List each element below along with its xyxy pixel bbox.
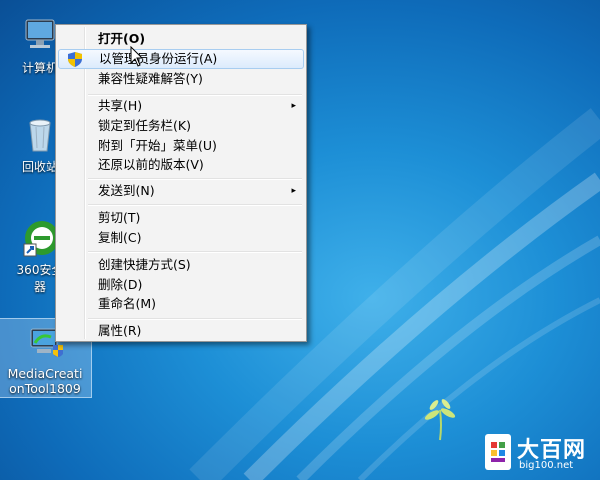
menu-item-label: 以管理员身份运行(A) [99,51,218,66]
recycle-bin-icon [20,115,60,155]
watermark-logo-icon [485,434,511,470]
mouse-cursor-icon [130,46,144,67]
watermark-url: big100.net [519,460,574,471]
360-security-icon [20,218,60,258]
submenu-arrow-icon: ▸ [291,186,296,196]
menu-item-label: 发送到(N) [98,183,155,198]
menu-item-run-as-admin[interactable]: 以管理员身份运行(A) [58,49,304,69]
menu-item-label: 共享(H) [98,98,143,113]
menu-separator [88,204,302,206]
menu-item-share[interactable]: 共享(H) ▸ [58,96,304,116]
menu-item-compat-troubleshoot[interactable]: 兼容性疑难解答(Y) [58,69,304,89]
menu-separator [88,178,302,180]
desktop-icon-label-line1: MediaCreati [7,366,83,381]
menu-item-pin-start[interactable]: 附到「开始」菜单(U) [58,136,304,156]
menu-item-copy[interactable]: 复制(C) [58,228,304,248]
uac-shield-icon [68,52,82,67]
wallpaper-plant [424,399,456,441]
computer-icon [20,16,60,56]
menu-item-create-shortcut[interactable]: 创建快捷方式(S) [58,255,304,275]
context-menu: 打开(O) 以管理员身份运行(A) 兼容性疑难解答(Y) 共享(H) ▸ 锁定到… [55,24,307,342]
submenu-arrow-icon: ▸ [291,101,296,111]
menu-item-properties[interactable]: 属性(R) [58,321,304,341]
menu-separator [88,318,302,320]
menu-item-delete[interactable]: 删除(D) [58,275,304,295]
menu-item-pin-taskbar[interactable]: 锁定到任务栏(K) [58,116,304,136]
menu-item-restore-versions[interactable]: 还原以前的版本(V) [58,155,304,175]
desktop-icon-label-line2: onTool1809 [9,381,81,396]
menu-item-open[interactable]: 打开(O) [58,29,304,49]
menu-item-rename[interactable]: 重命名(M) [58,294,304,314]
menu-separator [88,251,302,253]
menu-item-send-to[interactable]: 发送到(N) ▸ [58,181,304,201]
menu-item-cut[interactable]: 剪切(T) [58,208,304,228]
